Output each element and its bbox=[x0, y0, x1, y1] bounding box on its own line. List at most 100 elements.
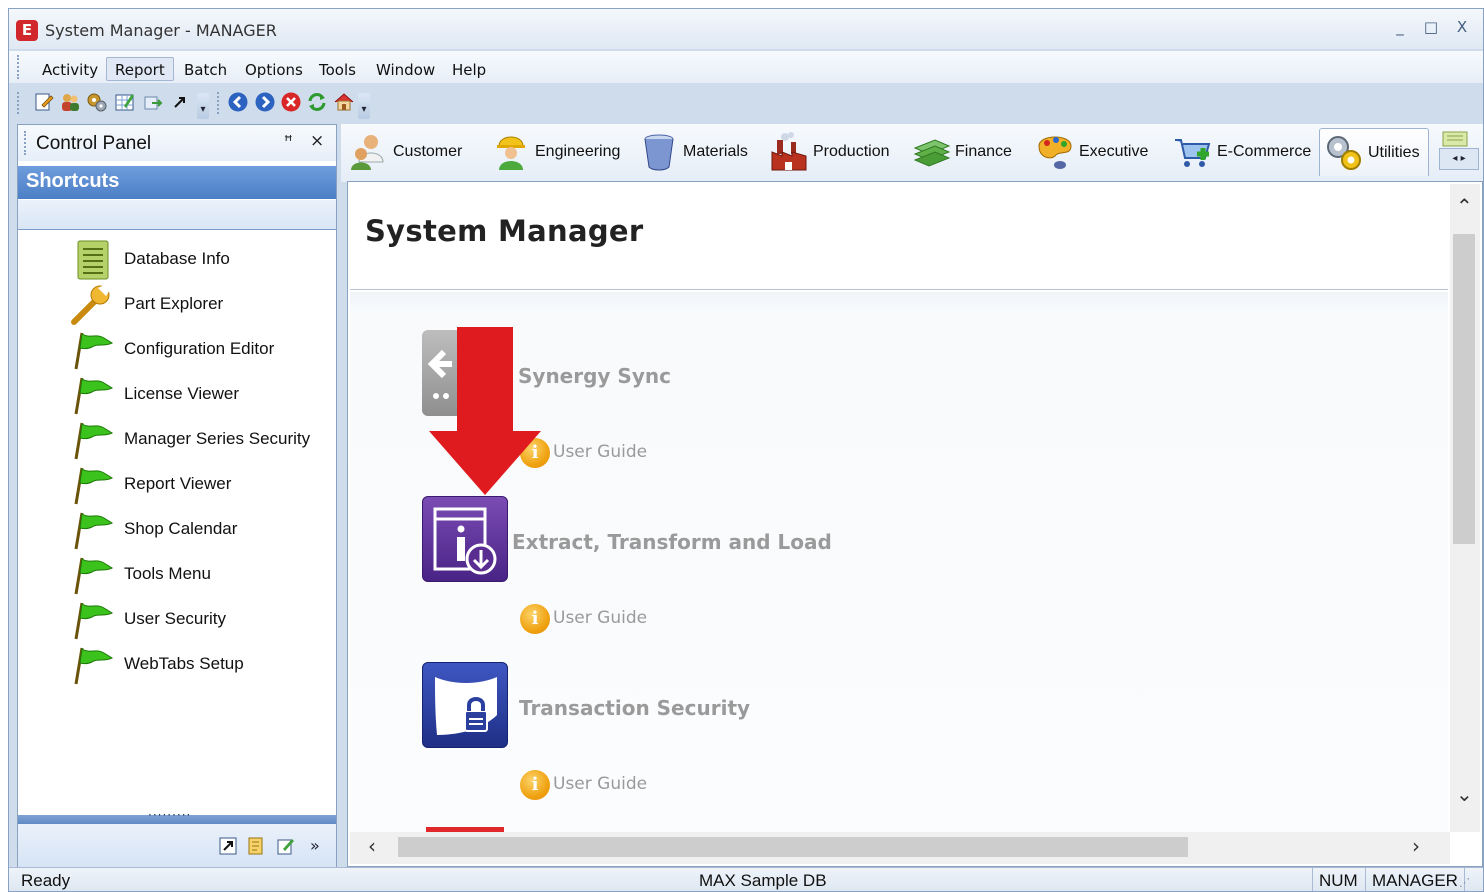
toolbar-overflow-button-2[interactable]: ▾ bbox=[358, 93, 370, 119]
tab-engineering[interactable]: Engineering bbox=[487, 128, 620, 176]
gears-utility-icon bbox=[1320, 131, 1368, 175]
green-flag-icon bbox=[68, 464, 118, 506]
tab-materials[interactable]: Materials bbox=[635, 128, 748, 176]
vertical-scroll-thumb[interactable] bbox=[1453, 234, 1475, 544]
gears-icon[interactable] bbox=[86, 91, 108, 113]
tab-finance[interactable]: Finance bbox=[907, 128, 1012, 176]
info-icon[interactable]: i bbox=[520, 770, 550, 800]
toolbar-grip[interactable] bbox=[17, 92, 19, 114]
shortcut-label: Tools Menu bbox=[124, 564, 211, 583]
toolbar-overflow-button[interactable]: ▾ bbox=[197, 93, 209, 119]
status-database: MAX Sample DB bbox=[699, 871, 827, 890]
shortcut-tools-menu[interactable]: Tools Menu bbox=[68, 554, 328, 595]
splitter-grip: ········· bbox=[148, 808, 192, 822]
shopping-cart-icon bbox=[1169, 130, 1217, 174]
shortcut-footer-icon[interactable] bbox=[218, 836, 238, 856]
scroll-right-button[interactable]: › bbox=[1412, 834, 1420, 858]
green-flag-icon bbox=[68, 644, 118, 686]
user-guide-link[interactable]: User Guide bbox=[553, 608, 647, 628]
shortcut-user-security[interactable]: User Security bbox=[68, 599, 328, 641]
export-icon[interactable] bbox=[142, 91, 164, 113]
green-flag-icon bbox=[68, 599, 118, 641]
user-guide-link[interactable]: User Guide bbox=[553, 774, 647, 794]
menu-activity[interactable]: Activity bbox=[33, 57, 107, 81]
shortcut-label: Part Explorer bbox=[124, 294, 224, 313]
stop-icon[interactable] bbox=[280, 91, 302, 113]
horizontal-scrollbar[interactable]: ‹ › bbox=[350, 832, 1450, 864]
tab-production[interactable]: Production bbox=[765, 128, 890, 176]
edit-footer-icon[interactable] bbox=[276, 836, 296, 856]
shortcut-manager-series-security[interactable]: Manager Series Security bbox=[68, 419, 328, 461]
module-title-transaction-security[interactable]: Transaction Security bbox=[519, 696, 750, 720]
shortcut-label: License Viewer bbox=[124, 384, 239, 403]
scroll-up-button[interactable]: ⌃ bbox=[1456, 194, 1473, 218]
tab-scroll-right-button[interactable]: ▸ bbox=[1461, 153, 1466, 164]
refresh-icon[interactable] bbox=[306, 91, 328, 113]
toolbar-grip-2[interactable] bbox=[217, 92, 219, 114]
control-panel-grip[interactable] bbox=[24, 131, 26, 155]
tab-customer[interactable]: Customer bbox=[345, 128, 462, 176]
scroll-left-button[interactable]: ‹ bbox=[368, 834, 376, 858]
tab-scroll-left-button[interactable]: ◂ bbox=[1452, 153, 1457, 164]
scroll-down-button[interactable]: ⌄ bbox=[1456, 782, 1473, 806]
shortcuts-header[interactable]: Shortcuts bbox=[18, 166, 336, 199]
tab-overflow-icon[interactable] bbox=[1441, 130, 1477, 150]
menu-help[interactable]: Help bbox=[443, 57, 495, 81]
home-icon[interactable] bbox=[333, 91, 355, 113]
shortcut-part-explorer[interactable]: Part Explorer bbox=[68, 284, 328, 325]
horizontal-scroll-thumb[interactable] bbox=[398, 837, 1188, 857]
green-flag-icon bbox=[68, 419, 118, 461]
menu-options[interactable]: Options bbox=[236, 57, 312, 81]
control-panel-close-button[interactable]: × bbox=[310, 131, 324, 151]
tab-label: Executive bbox=[1079, 143, 1149, 160]
maximize-button[interactable]: □ bbox=[1420, 18, 1442, 36]
transaction-security-icon[interactable] bbox=[422, 662, 508, 748]
close-button[interactable]: X bbox=[1451, 18, 1473, 36]
tab-e-commerce[interactable]: E-Commerce bbox=[1169, 128, 1311, 176]
bucket-icon bbox=[635, 130, 683, 174]
tab-executive[interactable]: Executive bbox=[1031, 128, 1148, 176]
menu-batch[interactable]: Batch bbox=[175, 57, 236, 81]
engineer-icon bbox=[487, 130, 535, 174]
shortcut-database-info[interactable]: Database Info bbox=[68, 239, 328, 280]
customer-icon bbox=[345, 130, 393, 174]
tab-utilities[interactable]: Utilities bbox=[1319, 128, 1429, 176]
app-window: E System Manager - MANAGER _ □ X Activit… bbox=[8, 8, 1484, 892]
factory-icon bbox=[765, 130, 813, 174]
control-panel-header: Control Panel ꟸ × bbox=[18, 125, 336, 161]
shortcut-label: Manager Series Security bbox=[124, 429, 311, 448]
shortcut-webtabs-setup[interactable]: WebTabs Setup bbox=[68, 644, 328, 686]
menu-grip[interactable] bbox=[17, 55, 19, 79]
control-panel: Control Panel ꟸ × Shortcuts Database Inf… bbox=[17, 124, 337, 846]
edit-grid-icon[interactable] bbox=[114, 91, 136, 113]
minimize-button[interactable]: _ bbox=[1389, 18, 1411, 36]
tab-label: E-Commerce bbox=[1217, 143, 1312, 160]
footer-overflow-button[interactable]: » bbox=[310, 836, 330, 856]
module-title-etl[interactable]: Extract, Transform and Load bbox=[512, 530, 832, 554]
resize-grip-icon[interactable]: ⋰ bbox=[1459, 876, 1470, 889]
vertical-scrollbar[interactable]: ⌃ ⌄ bbox=[1450, 184, 1480, 832]
shortcut-license-viewer[interactable]: License Viewer bbox=[68, 374, 328, 415]
tab-label: Customer bbox=[393, 143, 463, 160]
back-icon[interactable] bbox=[227, 91, 249, 113]
info-icon[interactable]: i bbox=[520, 604, 550, 634]
tab-scroll-buttons[interactable]: ◂ ▸ bbox=[1439, 148, 1479, 170]
shortcut-report-viewer[interactable]: Report Viewer bbox=[68, 464, 328, 506]
new-record-icon[interactable] bbox=[33, 91, 55, 113]
shortcut-label: User Security bbox=[124, 609, 227, 628]
notes-footer-icon[interactable] bbox=[246, 836, 266, 856]
user-guide-link[interactable]: User Guide bbox=[553, 442, 647, 462]
users-icon[interactable] bbox=[59, 91, 81, 113]
menu-window[interactable]: Window bbox=[367, 57, 444, 81]
shortcut-label: Configuration Editor bbox=[124, 339, 275, 358]
shortcut-shop-calendar[interactable]: Shop Calendar bbox=[68, 509, 328, 550]
menu-tools[interactable]: Tools bbox=[310, 57, 365, 81]
pin-icon[interactable]: ꟸ bbox=[284, 132, 293, 150]
tab-label: Engineering bbox=[535, 143, 621, 160]
etl-icon[interactable] bbox=[422, 496, 508, 582]
shortcut-arrow-icon[interactable] bbox=[169, 91, 191, 113]
app-logo-icon: E bbox=[16, 20, 38, 41]
shortcut-configuration-editor[interactable]: Configuration Editor bbox=[68, 329, 328, 370]
forward-icon[interactable] bbox=[254, 91, 276, 113]
menu-report[interactable]: Report bbox=[106, 57, 174, 81]
